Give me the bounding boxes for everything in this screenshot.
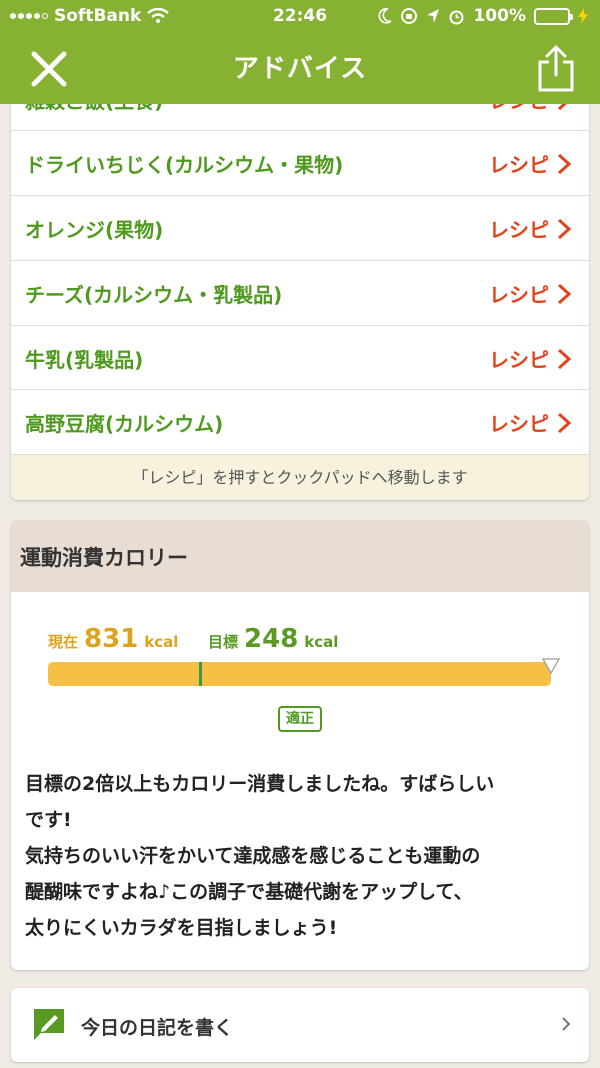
- advice-line: です!: [25, 809, 72, 831]
- lock-rotation-icon: [401, 8, 418, 24]
- charging-icon: [578, 8, 588, 24]
- recipe-link[interactable]: レシピ: [489, 279, 549, 308]
- moon-icon: [379, 8, 393, 24]
- current-unit: kcal: [144, 633, 179, 651]
- advice-line: 太りにくいカラダを目指しましょう!: [25, 917, 338, 939]
- target-marker: [198, 662, 202, 686]
- calorie-progress-bar: [48, 662, 551, 686]
- battery-percent: 100%: [473, 6, 526, 26]
- bar-end-marker-icon: [542, 658, 560, 674]
- recipe-card: 雑穀ご飯(主食) レシピ ドライいちじく(カルシウム・果物) レシピ オレンジ(…: [11, 80, 589, 500]
- food-name: チーズ(カルシウム・乳製品): [25, 283, 283, 307]
- current-value: 831: [84, 624, 139, 654]
- current-calorie: 現在 831 kcal: [48, 624, 178, 654]
- chevron-right-icon: [562, 1017, 571, 1031]
- chevron-right-icon: [557, 153, 571, 175]
- page-title: アドバイス: [232, 54, 368, 84]
- pen-icon: [34, 1009, 64, 1040]
- chevron-right-icon: [557, 218, 571, 240]
- recipe-link[interactable]: レシピ: [489, 149, 549, 178]
- section-heading: 運動消費カロリー: [11, 520, 589, 592]
- advice-line: 醍醐味ですよね♪この調子で基礎代謝をアップして、: [25, 881, 473, 903]
- cookpad-note: 「レシピ」を押すとクックパッドへ移動します: [11, 454, 589, 500]
- food-row[interactable]: チーズ(カルシウム・乳製品) レシピ: [11, 260, 589, 324]
- recipe-link[interactable]: レシピ: [489, 214, 549, 243]
- food-name: 牛乳(乳製品): [25, 348, 144, 372]
- recipe-link[interactable]: レシピ: [489, 408, 549, 437]
- location-icon: [427, 9, 440, 23]
- food-row[interactable]: 高野豆腐(カルシウム) レシピ: [11, 389, 589, 453]
- chevron-right-icon: [557, 412, 571, 434]
- food-row[interactable]: ドライいちじく(カルシウム・果物) レシピ: [11, 130, 589, 194]
- current-label: 現在: [48, 633, 79, 651]
- food-row[interactable]: オレンジ(果物) レシピ: [11, 195, 589, 259]
- food-name: ドライいちじく(カルシウム・果物): [25, 153, 344, 177]
- target-label: 目標: [208, 633, 239, 651]
- share-icon[interactable]: [536, 44, 576, 92]
- food-row[interactable]: 牛乳(乳製品) レシピ: [11, 325, 589, 389]
- advice-line: 目標の2倍以上もカロリー消費しましたね。すばらしい: [25, 773, 495, 795]
- target-unit: kcal: [304, 633, 339, 651]
- status-badge: 適正: [278, 706, 322, 732]
- chevron-right-icon: [557, 348, 571, 370]
- status-bar: SoftBank 22:46 100%: [0, 0, 600, 34]
- target-calorie: 目標 248 kcal: [208, 624, 338, 654]
- chevron-right-icon: [557, 283, 571, 305]
- top-bar: SoftBank 22:46 100% アドバイス: [0, 0, 600, 104]
- battery-icon: [534, 7, 573, 25]
- food-name: 高野豆腐(カルシウム): [25, 412, 224, 436]
- advice-text: 目標の2倍以上もカロリー消費しましたね。すばらしい です! 気持ちのいい汗をかい…: [25, 766, 583, 946]
- advice-line: 気持ちのいい汗をかいて達成感を感じることも運動の: [25, 845, 481, 867]
- food-name: オレンジ(果物): [25, 218, 164, 242]
- write-diary-label: 今日の日記を書く: [81, 1017, 234, 1039]
- recipe-link[interactable]: レシピ: [489, 344, 549, 373]
- target-value: 248: [244, 624, 299, 654]
- calorie-card: 運動消費カロリー 現在 831 kcal 目標 248 kcal 適正 目標の2…: [11, 520, 589, 970]
- alarm-icon: [449, 10, 464, 24]
- write-diary-button[interactable]: 今日の日記を書く: [11, 988, 589, 1062]
